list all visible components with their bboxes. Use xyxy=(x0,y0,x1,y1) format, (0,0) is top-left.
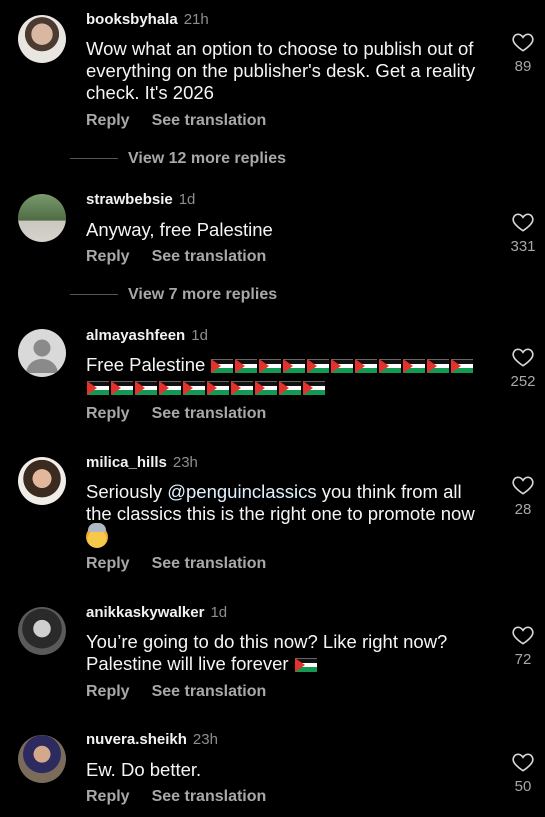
comment-actions: Reply See translation xyxy=(86,112,288,130)
reply-button[interactable]: Reply xyxy=(86,405,130,422)
like-count: 252 xyxy=(510,373,536,390)
comment-time: 21h xyxy=(183,11,209,28)
comment-actions: Reply See translation xyxy=(86,683,288,701)
reply-button[interactable]: Reply xyxy=(86,788,130,805)
avatar[interactable] xyxy=(18,457,66,505)
comment-time: 23h xyxy=(172,454,198,471)
like-button[interactable]: 331 xyxy=(505,212,541,255)
view-more-replies[interactable]: View 7 more replies xyxy=(70,286,277,304)
avatar[interactable] xyxy=(18,329,66,377)
avatar[interactable] xyxy=(18,15,66,63)
like-count: 28 xyxy=(514,501,532,518)
comment-text: Wow what an option to choose to publish … xyxy=(86,38,476,103)
comment-text: Anyway, free Palestine xyxy=(86,219,273,240)
comment-username[interactable]: milica_hills 23h xyxy=(86,454,198,471)
avatar[interactable] xyxy=(18,735,66,783)
comment-time: 1d xyxy=(191,327,208,344)
like-count: 89 xyxy=(514,58,532,75)
see-translation-button[interactable]: See translation xyxy=(152,788,267,805)
comment-username[interactable]: booksbyhala 21h xyxy=(86,11,209,28)
reply-divider xyxy=(70,158,118,160)
like-button[interactable]: 28 xyxy=(505,475,541,518)
comment-username[interactable]: nuvera.sheikh 23h xyxy=(86,731,218,748)
comment-text-start: Seriously xyxy=(86,481,168,502)
like-button[interactable]: 72 xyxy=(505,625,541,668)
see-translation-button[interactable]: See translation xyxy=(152,405,267,422)
heart-icon xyxy=(512,348,534,367)
like-count: 72 xyxy=(514,651,532,668)
comment-actions: Reply See translation xyxy=(86,788,288,806)
exploding-head-emoji-icon xyxy=(86,523,108,549)
like-button[interactable]: 50 xyxy=(505,752,541,795)
default-avatar-icon xyxy=(26,339,58,373)
heart-icon xyxy=(512,33,534,52)
reply-button[interactable]: Reply xyxy=(86,248,130,265)
reply-button[interactable]: Reply xyxy=(86,112,130,129)
comment-username[interactable]: strawbebsie 1d xyxy=(86,191,195,208)
comment-username[interactable]: anikkaskywalker 1d xyxy=(86,604,227,621)
comment-text: Seriously @penguinclassics you think fro… xyxy=(86,481,491,549)
comment-actions: Reply See translation xyxy=(86,248,288,266)
comment-text: Free Palestine xyxy=(86,354,491,398)
mention-link[interactable]: @penguinclassics xyxy=(167,481,316,502)
like-count: 50 xyxy=(514,778,532,795)
comment-text: You’re going to do this now? Like right … xyxy=(86,631,491,675)
heart-icon xyxy=(512,753,534,772)
see-translation-button[interactable]: See translation xyxy=(152,683,267,700)
comment-time: 1d xyxy=(178,191,196,208)
like-button[interactable]: 252 xyxy=(505,347,541,390)
heart-icon xyxy=(512,626,534,645)
comment-text: Ew. Do better. xyxy=(86,759,202,780)
reply-button[interactable]: Reply xyxy=(86,555,130,572)
palestine-flag-icon xyxy=(294,658,317,673)
see-translation-button[interactable]: See translation xyxy=(152,112,267,129)
see-translation-button[interactable]: See translation xyxy=(152,248,267,265)
comment-text-content: Free Palestine xyxy=(86,354,206,375)
comment-actions: Reply See translation xyxy=(86,405,288,423)
avatar[interactable] xyxy=(18,194,66,242)
reply-divider xyxy=(70,294,118,296)
avatar[interactable] xyxy=(18,607,66,655)
reply-button[interactable]: Reply xyxy=(86,683,130,700)
heart-icon xyxy=(512,476,534,495)
like-count: 331 xyxy=(510,238,536,255)
comment-time: 23h xyxy=(192,731,218,748)
comment-username[interactable]: almayashfeen 1d xyxy=(86,327,208,344)
comment-actions: Reply See translation xyxy=(86,555,288,573)
see-translation-button[interactable]: See translation xyxy=(152,555,267,572)
view-more-replies[interactable]: View 12 more replies xyxy=(70,150,286,168)
comment-time: 1d xyxy=(210,604,228,621)
like-button[interactable]: 89 xyxy=(505,32,541,75)
comment-text-content: You’re going to do this now? Like right … xyxy=(86,631,448,674)
heart-icon xyxy=(512,213,534,232)
